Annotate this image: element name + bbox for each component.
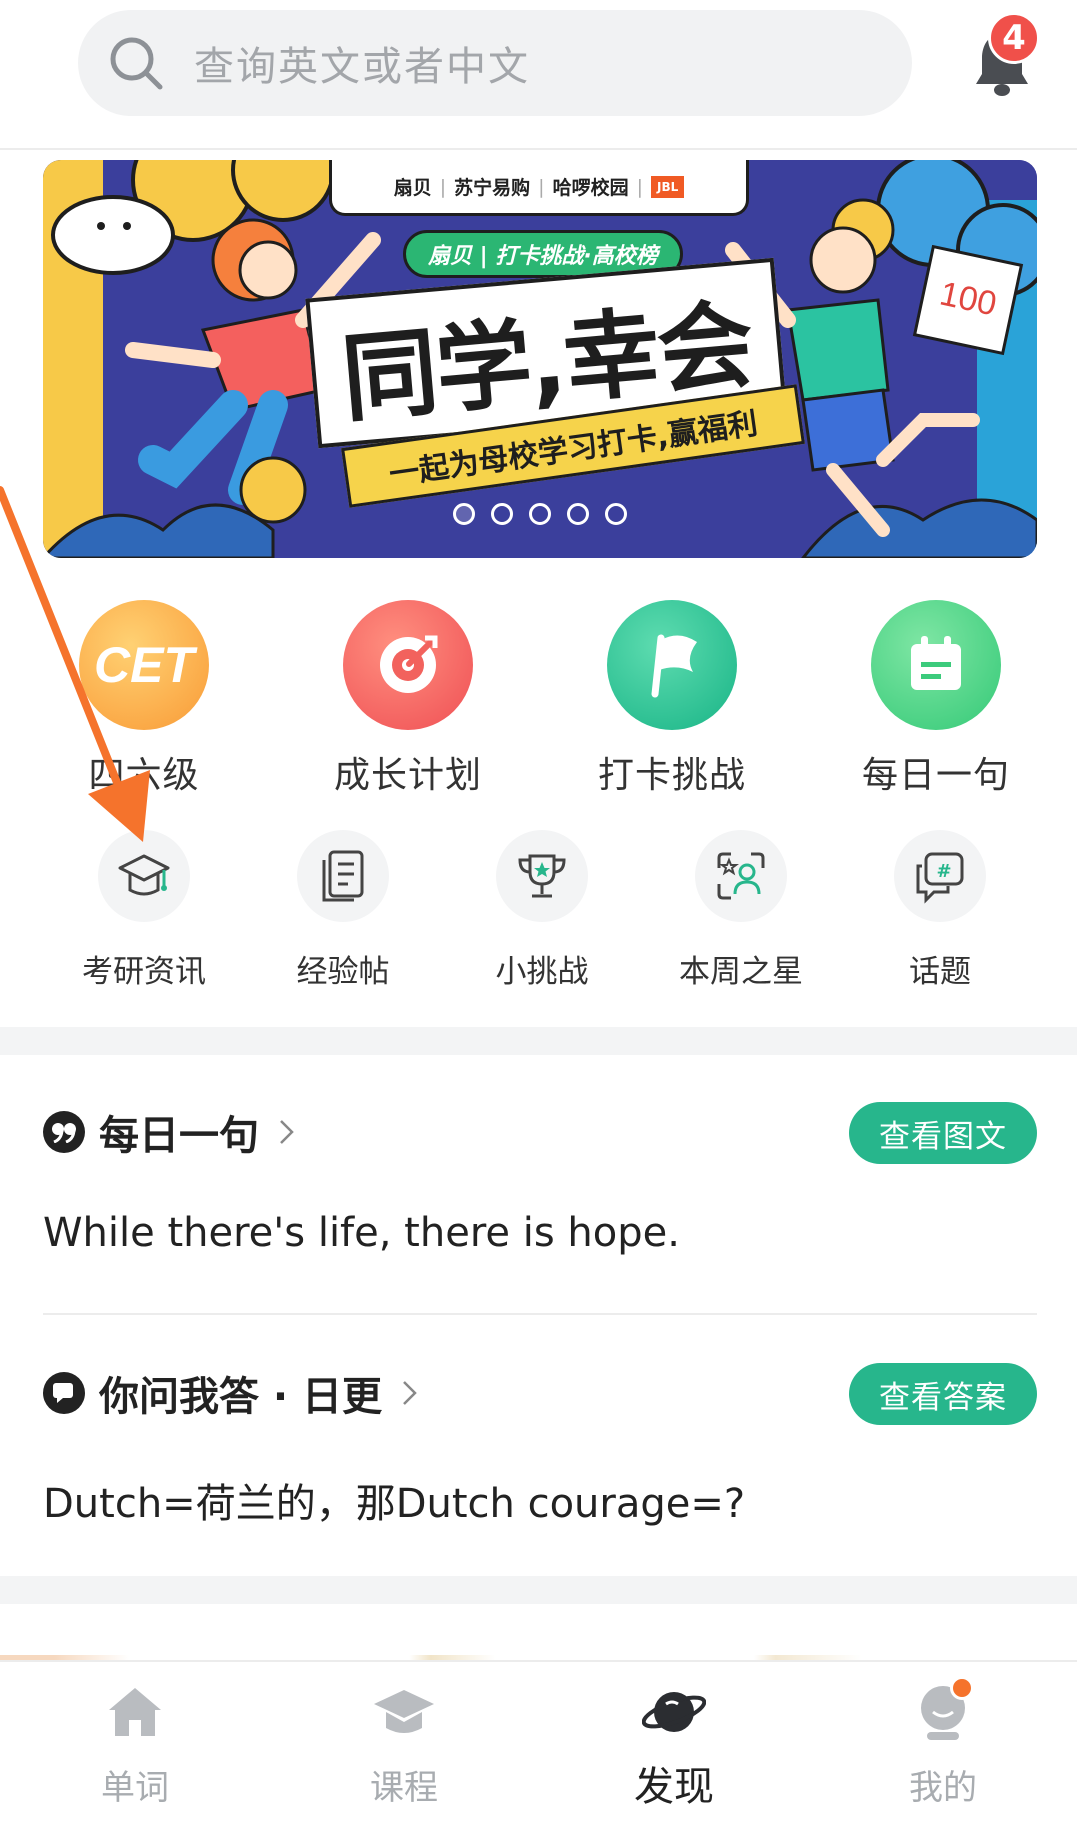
bottom-nav: 单词 课程 发现 我的	[0, 1660, 1077, 1827]
search-placeholder: 查询英文或者中文	[194, 44, 530, 90]
star-person-icon	[695, 830, 787, 922]
chat-bubble-icon	[43, 1372, 85, 1414]
primary-feature-grid: CET 四六级 成长计划 打卡挑战 每日一句	[0, 600, 1077, 800]
banner-dot[interactable]	[491, 503, 513, 525]
nav-courses[interactable]: 课程	[304, 1682, 504, 1809]
banner-dot[interactable]	[605, 503, 627, 525]
feature-daily-sentence[interactable]: 每日一句	[826, 600, 1046, 798]
daily-sentence-card[interactable]: 每日一句 查看图文 While there's life, there is h…	[43, 1100, 1037, 1256]
search-icon	[110, 37, 163, 90]
sponsor-suning: 苏宁易购	[454, 177, 531, 199]
feature-label: 考研资讯	[82, 954, 206, 990]
promo-banner[interactable]: 100 扇贝 | 苏宁易购 | 哈啰校园 | JBL 扇贝 | 打卡挑战·高校榜…	[43, 160, 1037, 558]
qa-title[interactable]: 你问我答 · 日更	[99, 1364, 382, 1422]
hashtag-chat-icon: #	[894, 830, 986, 922]
nav-label: 发现	[634, 1764, 714, 1810]
feature-label: 打卡挑战	[597, 755, 746, 796]
sponsor-hello: 哈啰校园	[552, 177, 629, 199]
search-input[interactable]: 查询英文或者中文	[78, 10, 912, 116]
planet-icon	[641, 1692, 707, 1732]
trophy-icon	[496, 830, 588, 922]
card-divider	[43, 1313, 1037, 1315]
banner-dot[interactable]	[529, 503, 551, 525]
daily-sentence-title[interactable]: 每日一句	[99, 1103, 259, 1161]
calendar-icon	[871, 600, 1001, 730]
cet-badge-text: CET	[94, 637, 194, 693]
view-graphic-button[interactable]: 查看图文	[849, 1102, 1037, 1164]
banner-dot[interactable]	[567, 503, 589, 525]
feature-checkin-challenge[interactable]: 打卡挑战	[562, 600, 782, 798]
home-icon	[109, 1688, 161, 1736]
feature-label: 经验帖	[296, 954, 390, 990]
feature-label: 四六级	[88, 755, 200, 796]
section-divider	[0, 1027, 1077, 1055]
feature-label: 每日一句	[861, 755, 1010, 796]
feature-mini-challenge[interactable]: 小挑战	[442, 830, 642, 991]
cet-icon: CET	[79, 600, 209, 730]
flag-icon	[607, 600, 737, 730]
quote-icon	[43, 1111, 85, 1153]
daily-sentence-text: While there's life, there is hope.	[43, 1210, 680, 1256]
nav-discover[interactable]: 发现	[574, 1682, 774, 1812]
profile-notification-dot	[950, 1676, 974, 1700]
feature-label: 小挑战	[495, 954, 589, 990]
feature-star-of-week[interactable]: 本周之星	[641, 830, 841, 991]
qa-text: Dutch=荷兰的，那Dutch courage=?	[43, 1481, 746, 1527]
feature-cet[interactable]: CET 四六级	[34, 600, 254, 798]
feature-label: 成长计划	[333, 755, 482, 796]
sponsor-shanbay: 扇贝	[393, 177, 432, 199]
document-icon	[297, 830, 389, 922]
nav-label: 课程	[370, 1768, 438, 1808]
banner-pagination	[43, 503, 1037, 525]
section-divider	[0, 1576, 1077, 1604]
chevron-right-icon	[403, 1381, 417, 1405]
secondary-feature-grid: 考研资讯 经验帖 小挑战 本周之星 # 话题	[0, 830, 1077, 1000]
nav-label: 单词	[101, 1768, 169, 1808]
feature-topics[interactable]: # 话题	[840, 830, 1040, 991]
feature-label: 话题	[909, 954, 971, 990]
svg-text:#: #	[936, 861, 951, 882]
chevron-right-icon	[280, 1120, 294, 1144]
notification-badge: 4	[988, 12, 1040, 64]
sponsor-jbl: JBL	[651, 175, 685, 198]
nav-me[interactable]: 我的	[843, 1682, 1043, 1809]
graduation-cap-icon	[374, 1690, 434, 1733]
feature-label: 本周之星	[679, 954, 803, 990]
feature-growth-plan[interactable]: 成长计划	[298, 600, 518, 798]
top-bar: 查询英文或者中文 4	[0, 0, 1077, 150]
sponsor-strip: 扇贝 | 苏宁易购 | 哈啰校园 | JBL	[329, 160, 749, 216]
graduation-cap-icon	[98, 830, 190, 922]
feature-experience-posts[interactable]: 经验帖	[243, 830, 443, 991]
view-answer-button[interactable]: 查看答案	[849, 1363, 1037, 1425]
banner-dot[interactable]	[453, 503, 475, 525]
qa-card[interactable]: 你问我答 · 日更 查看答案 Dutch=荷兰的，那Dutch courage=…	[43, 1361, 1037, 1529]
nav-label: 我的	[909, 1768, 977, 1808]
nav-words[interactable]: 单词	[35, 1682, 235, 1809]
feature-postgrad-news[interactable]: 考研资讯	[44, 830, 244, 991]
target-icon	[343, 600, 473, 730]
